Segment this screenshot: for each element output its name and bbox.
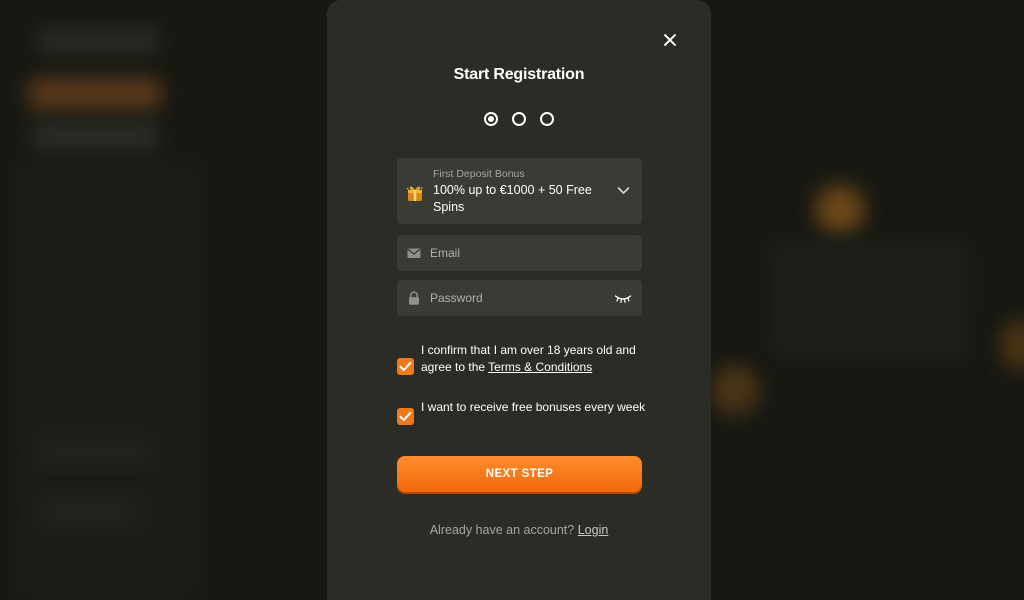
bg-sidebar xyxy=(12,160,202,600)
step-indicator xyxy=(484,112,554,126)
login-prompt: Already have an account? Login xyxy=(327,523,711,537)
checkmark-icon xyxy=(399,361,412,371)
email-input[interactable] xyxy=(430,235,605,271)
bonus-select[interactable]: First Deposit Bonus 100% up to €1000 + 5… xyxy=(397,158,642,224)
terms-link[interactable]: Terms & Conditions xyxy=(488,360,592,374)
next-step-button[interactable]: NEXT STEP xyxy=(397,456,642,492)
step-dot-3[interactable] xyxy=(540,112,554,126)
bg-panel xyxy=(770,240,970,360)
bg-glow xyxy=(1000,320,1024,370)
close-icon[interactable] xyxy=(660,30,680,50)
gift-icon xyxy=(406,186,423,201)
password-field xyxy=(397,280,642,316)
bg-nav-item xyxy=(40,440,150,464)
chevron-down-icon[interactable] xyxy=(617,186,630,195)
login-prompt-text: Already have an account? xyxy=(429,523,578,537)
age-consent-text: I confirm that I am over 18 years old an… xyxy=(421,342,647,375)
registration-modal: Start Registration First Deposit Bonus 1… xyxy=(327,0,711,600)
bg-nav-item xyxy=(40,500,140,524)
bg-glow xyxy=(710,365,760,415)
age-consent-checkbox[interactable] xyxy=(397,358,414,375)
bg-orange-button xyxy=(28,78,162,110)
bonus-value: 100% up to €1000 + 50 Free Spins xyxy=(433,183,592,214)
bg-glow xyxy=(815,185,865,235)
bonus-consent-label: I want to receive free bonuses every wee… xyxy=(421,400,646,414)
checkmark-icon xyxy=(399,411,412,421)
step-dot-1[interactable] xyxy=(484,112,498,126)
bonus-consent-checkbox[interactable] xyxy=(397,408,414,425)
login-link[interactable]: Login xyxy=(578,523,609,537)
email-field xyxy=(397,235,642,271)
modal-title: Start Registration xyxy=(453,66,585,83)
envelope-icon xyxy=(407,248,421,258)
bonus-label: First Deposit Bonus xyxy=(433,168,525,180)
step-dot-2[interactable] xyxy=(512,112,526,126)
password-input[interactable] xyxy=(430,280,605,316)
eye-closed-icon[interactable] xyxy=(614,294,632,304)
bg-nav-item xyxy=(30,122,160,152)
lock-icon xyxy=(409,291,419,305)
bg-nav-item xyxy=(36,28,160,54)
